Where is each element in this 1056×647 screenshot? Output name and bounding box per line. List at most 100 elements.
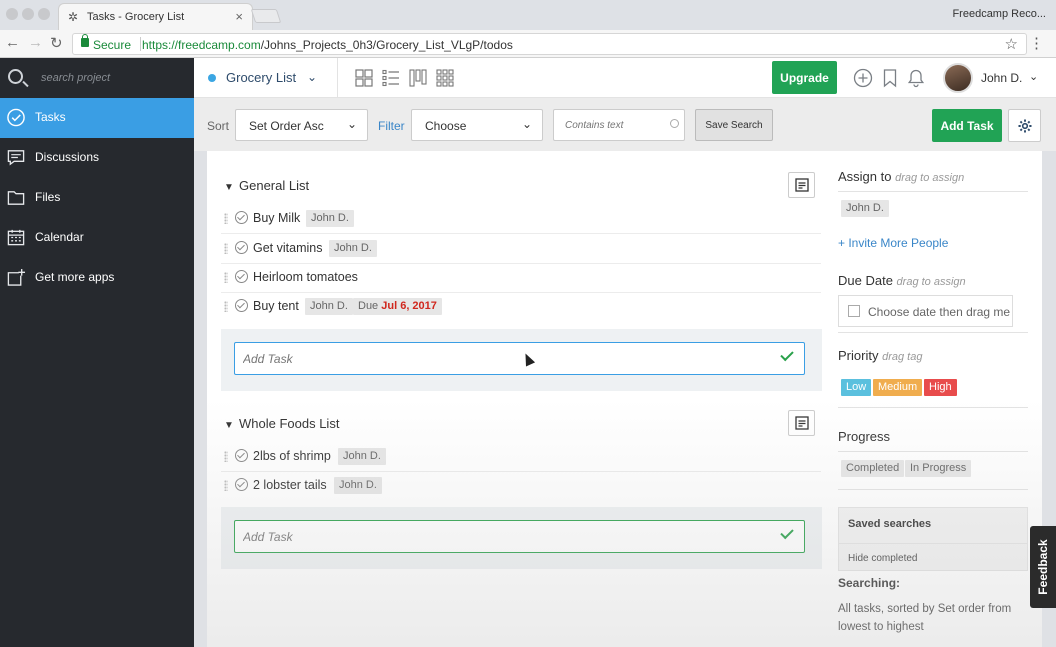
back-arrow-icon[interactable]: ← [5, 34, 20, 51]
drag-handle-icon[interactable] [224, 243, 228, 254]
add-circle-icon[interactable] [853, 68, 873, 88]
list-name: Whole Foods List [239, 416, 340, 431]
progress-in-progress-tag[interactable]: In Progress [905, 460, 972, 477]
list-notes-button[interactable] [788, 410, 815, 436]
user-name[interactable]: John D. [981, 71, 1022, 85]
assignee-tag[interactable]: John D. [329, 240, 377, 257]
forward-arrow-icon[interactable]: → [28, 34, 43, 51]
gear-icon [1018, 119, 1032, 133]
list-header-whole-foods[interactable]: ▼ Whole Foods List [224, 416, 339, 431]
chevron-down-icon[interactable]: ⌄ [307, 70, 317, 84]
assignee-tag[interactable]: John D. [305, 298, 353, 315]
window-close-button[interactable] [6, 8, 18, 20]
address-bar[interactable]: Secure https://freedcamp.com/Johns_Proje… [72, 33, 1027, 55]
list-header-general[interactable]: ▼ General List [224, 178, 309, 193]
drag-handle-icon[interactable] [224, 272, 228, 283]
priority-medium-tag[interactable]: Medium [873, 379, 923, 396]
add-task-input[interactable] [234, 342, 805, 375]
progress-completed-tag[interactable]: Completed [841, 460, 905, 477]
sidebar-item-label: Discussions [35, 150, 100, 164]
drag-handle-icon[interactable] [224, 451, 228, 462]
calendar-icon [848, 305, 860, 317]
task-name[interactable]: Buy tent [253, 299, 299, 313]
window-maximize-button[interactable] [38, 8, 50, 20]
task-complete-icon[interactable] [235, 478, 248, 491]
settings-button[interactable] [1008, 109, 1041, 142]
browser-menu-icon[interactable]: ⋮ [1029, 34, 1044, 52]
board-view-icon[interactable] [409, 69, 427, 87]
filter-label[interactable]: Filter [378, 119, 405, 133]
task-complete-icon[interactable] [235, 299, 248, 312]
priority-high-tag[interactable]: High [924, 379, 957, 396]
add-task-button[interactable]: Add Task [932, 109, 1002, 142]
task-complete-icon[interactable] [235, 449, 248, 462]
sidebar: search project Tasks Discussions Files C… [0, 58, 194, 647]
assignee-tag[interactable]: John D. [306, 210, 354, 227]
window-minimize-button[interactable] [22, 8, 34, 20]
list-view-icon[interactable] [382, 69, 400, 87]
assignee-tag[interactable]: John D. [334, 477, 382, 494]
sidebar-item-label: Tasks [35, 110, 66, 124]
chevron-down-icon[interactable]: ▼ [224, 420, 234, 431]
search-input[interactable] [553, 109, 685, 141]
upgrade-button[interactable]: Upgrade [772, 61, 837, 94]
sidebar-item-discussions[interactable]: Discussions [0, 138, 194, 178]
due-date-tag[interactable]: Due Jul 6, 2017 [353, 298, 442, 315]
chevron-down-icon: ⌄ [346, 117, 357, 131]
due-prefix: Due [358, 300, 379, 312]
browser-tab[interactable]: ✲ Tasks - Grocery List × [58, 3, 253, 30]
feedback-tab[interactable]: Feedback [1030, 526, 1056, 608]
bell-icon[interactable] [906, 68, 926, 88]
bookmark-star-icon[interactable]: ☆ [1005, 35, 1018, 53]
saved-search-item[interactable]: Hide completed [848, 553, 917, 564]
project-name[interactable]: Grocery List [226, 70, 296, 85]
sidebar-item-get-more-apps[interactable]: Get more apps [0, 258, 194, 298]
drag-handle-icon[interactable] [224, 301, 228, 312]
reload-icon[interactable]: ↻ [50, 34, 63, 52]
task-complete-icon[interactable] [235, 211, 248, 224]
task-row[interactable]: 2lbs of shrimp John D. [221, 442, 821, 472]
app-header: Grocery List ⌄ Upgrade John D. ⌄ [194, 58, 1056, 98]
list-notes-button[interactable] [788, 172, 815, 198]
sidebar-item-calendar[interactable]: Calendar [0, 218, 194, 258]
sidebar-item-tasks[interactable]: Tasks [0, 98, 194, 138]
avatar[interactable] [943, 63, 973, 93]
tile-view-icon[interactable] [436, 69, 454, 87]
browser-profile-label[interactable]: Freedcamp Reco... [952, 8, 1046, 20]
invite-more-people-link[interactable]: + Invite More People [838, 236, 948, 250]
priority-low-tag[interactable]: Low [841, 379, 872, 396]
assign-user-tag[interactable]: John D. [841, 200, 889, 217]
chevron-down-icon[interactable]: ▼ [224, 182, 234, 193]
filter-select[interactable]: Choose ⌄ [411, 109, 543, 141]
task-row[interactable]: Get vitamins John D. [221, 234, 821, 264]
task-complete-icon[interactable] [235, 241, 248, 254]
note-icon [795, 416, 809, 430]
grid-view-icon[interactable] [355, 69, 373, 87]
task-name[interactable]: Heirloom tomatoes [253, 270, 358, 284]
add-task-area [221, 329, 822, 391]
sidebar-search[interactable]: search project [0, 58, 194, 98]
date-picker[interactable]: Choose date then drag me [838, 295, 1013, 327]
bookmark-icon[interactable] [880, 68, 900, 88]
chevron-down-icon[interactable]: ⌄ [1029, 70, 1038, 83]
drag-handle-icon[interactable] [224, 213, 228, 224]
task-complete-icon[interactable] [235, 270, 248, 283]
add-task-input[interactable] [234, 520, 805, 553]
task-name[interactable]: 2lbs of shrimp [253, 449, 331, 463]
task-row[interactable]: Heirloom tomatoes [221, 263, 821, 293]
task-name[interactable]: Get vitamins [253, 241, 322, 255]
assignee-tag[interactable]: John D. [338, 448, 386, 465]
tab-close-icon[interactable]: × [235, 9, 243, 24]
task-row[interactable]: Buy tent John D. Due Jul 6, 2017 [221, 292, 821, 322]
task-name[interactable]: Buy Milk [253, 211, 300, 225]
task-row[interactable]: Buy Milk John D. [221, 204, 821, 234]
task-row[interactable]: 2 lobster tails John D. [221, 471, 821, 501]
sidebar-item-files[interactable]: Files [0, 178, 194, 218]
save-search-button[interactable]: Save Search [695, 109, 773, 141]
task-name[interactable]: 2 lobster tails [253, 478, 327, 492]
sort-select[interactable]: Set Order Asc ⌄ [235, 109, 368, 141]
new-tab-button[interactable] [250, 9, 282, 23]
drag-handle-icon[interactable] [224, 480, 228, 491]
due-date-title: Due Date drag to assign [838, 273, 966, 288]
sort-select-value: Set Order Asc [249, 119, 324, 133]
